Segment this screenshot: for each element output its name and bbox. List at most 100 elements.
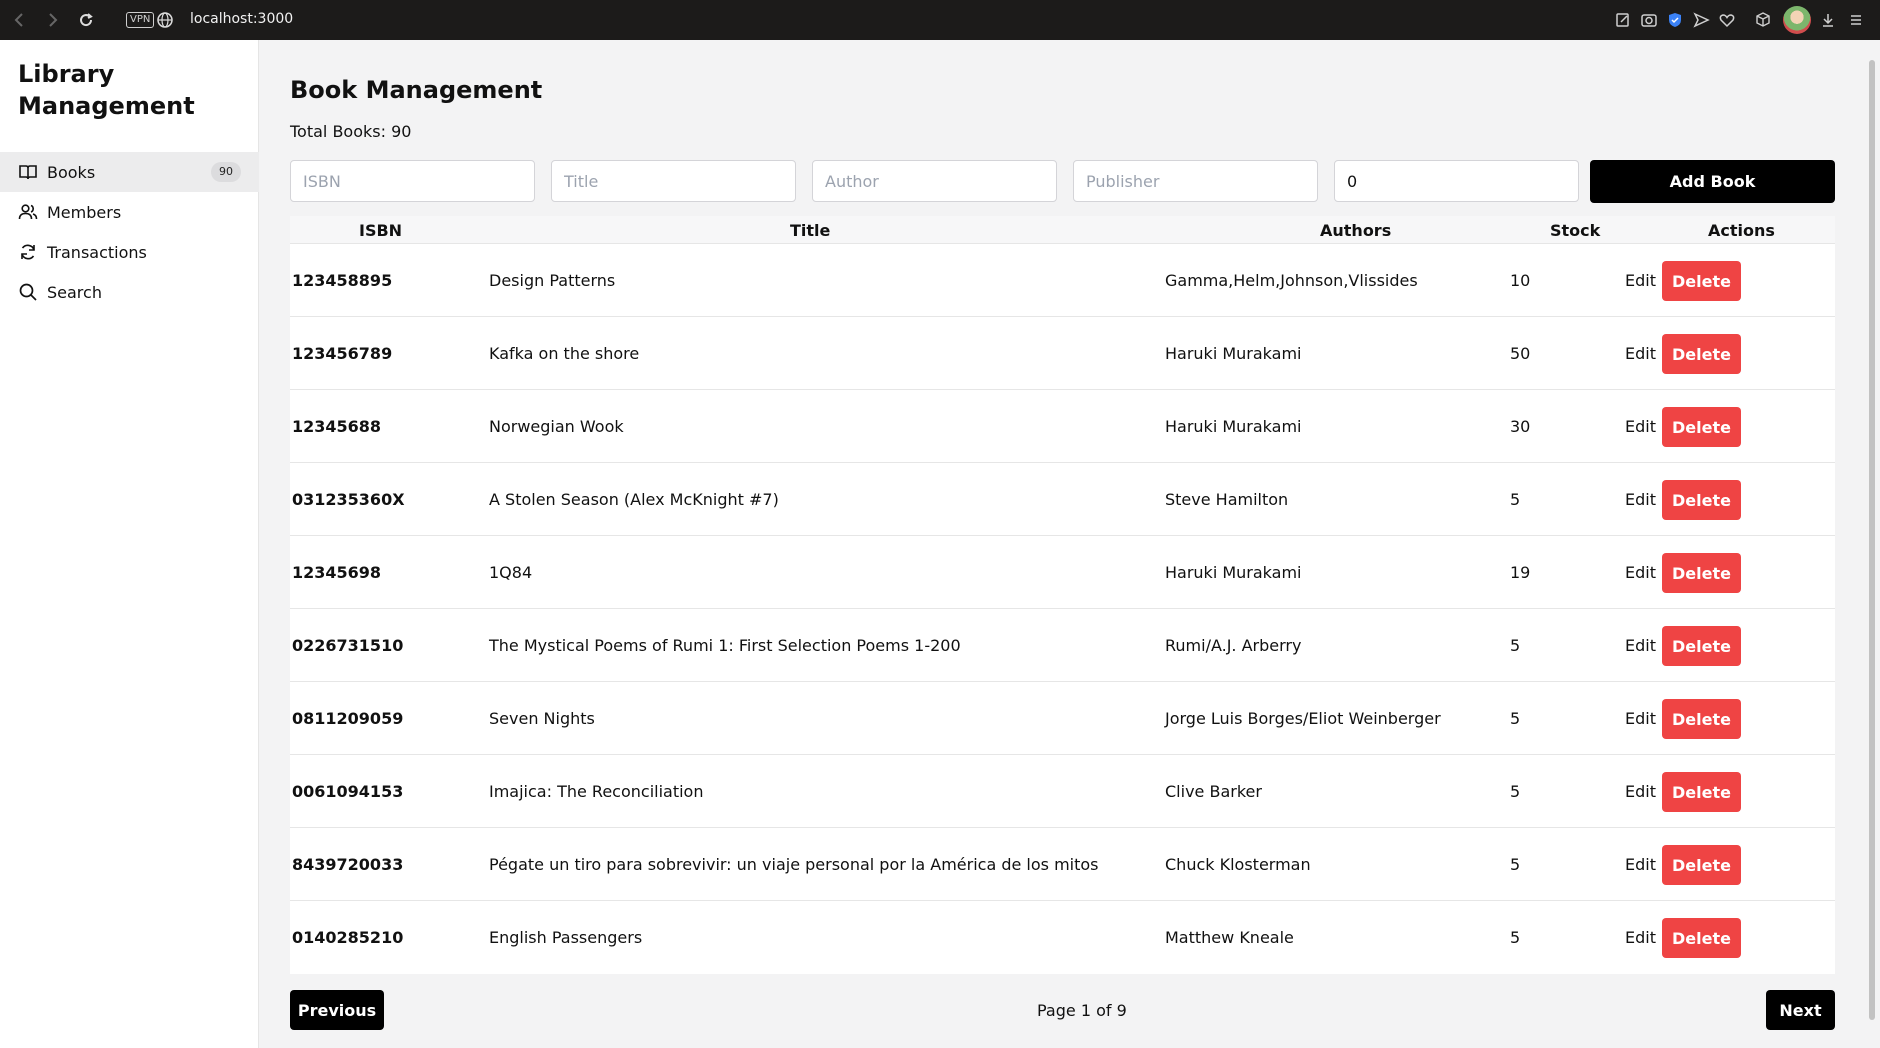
cell-authors: Jorge Luis Borges/Eliot Weinberger	[1165, 709, 1441, 728]
cell-isbn: 0140285210	[292, 928, 404, 947]
delete-button[interactable]: Delete	[1662, 772, 1741, 812]
table-header: ISBN Title Authors Stock Actions	[290, 216, 1835, 244]
table-row: 12345698 1Q84 Haruki Murakami 19 Edit Delete	[290, 536, 1835, 609]
table-row: 8439720033 Pégate un tiro para sobrevivir…	[290, 828, 1835, 901]
sidebar-item-members[interactable]: Members	[0, 192, 259, 232]
isbn-input[interactable]	[290, 160, 535, 202]
table-row: 0226731510 The Mystical Poems of Rumi 1: …	[290, 609, 1835, 682]
books-table: ISBN Title Authors Stock Actions 1234588…	[290, 216, 1835, 974]
edit-button[interactable]: Edit	[1625, 417, 1656, 436]
cell-isbn: 12345688	[292, 417, 382, 436]
book-icon	[18, 162, 38, 182]
cell-stock: 5	[1510, 490, 1521, 509]
edit-button[interactable]: Edit	[1625, 344, 1656, 363]
cell-isbn: 123458895	[292, 271, 393, 290]
cell-isbn: 0061094153	[292, 782, 404, 801]
send-icon[interactable]	[1690, 8, 1712, 32]
globe-icon	[156, 11, 174, 29]
delete-button[interactable]: Delete	[1662, 334, 1741, 374]
sidebar-item-label: Books	[47, 162, 96, 182]
sidebar-item-label: Members	[47, 202, 122, 222]
cell-title: Norwegian Wook	[489, 417, 624, 436]
sidebar-item-books[interactable]: Books 90	[0, 152, 259, 192]
cell-title: Kafka on the shore	[489, 344, 640, 363]
header-stock: Stock	[1550, 221, 1601, 240]
download-icon[interactable]	[1817, 8, 1839, 32]
publisher-input[interactable]	[1073, 160, 1318, 202]
add-book-button[interactable]: Add Book	[1590, 160, 1835, 203]
header-title: Title	[790, 221, 831, 240]
cell-authors: Gamma,Helm,Johnson,Vlissides	[1165, 271, 1418, 290]
delete-button[interactable]: Delete	[1662, 553, 1741, 593]
cell-authors: Haruki Murakami	[1165, 417, 1302, 436]
edit-page-icon[interactable]	[1612, 8, 1634, 32]
back-icon[interactable]	[10, 10, 30, 30]
cell-stock: 5	[1510, 636, 1521, 655]
sidebar: Library Management Books 90 Members Tran…	[0, 40, 259, 1048]
delete-button[interactable]: Delete	[1662, 407, 1741, 447]
delete-button[interactable]: Delete	[1662, 480, 1741, 520]
vpn-badge[interactable]: VPN	[126, 12, 155, 28]
cell-stock: 10	[1510, 271, 1531, 290]
profile-avatar[interactable]	[1783, 6, 1811, 34]
cell-stock: 50	[1510, 344, 1531, 363]
add-book-form: Add Book	[290, 160, 1835, 203]
scrollbar-thumb[interactable]	[1869, 60, 1875, 1020]
cell-authors: Chuck Klosterman	[1165, 855, 1311, 874]
edit-button[interactable]: Edit	[1625, 782, 1656, 801]
table-row: 0140285210 English Passengers Matthew Knea…	[290, 901, 1835, 974]
main-content: Book Management Total Books: 90 Add Book…	[260, 40, 1864, 1048]
edit-button[interactable]: Edit	[1625, 855, 1656, 874]
scrollbar[interactable]	[1864, 40, 1880, 1048]
edit-button[interactable]: Edit	[1625, 709, 1656, 728]
delete-button[interactable]: Delete	[1662, 626, 1741, 666]
delete-button[interactable]: Delete	[1662, 261, 1741, 301]
sidebar-item-transactions[interactable]: Transactions	[0, 232, 259, 272]
cell-title: 1Q84	[489, 563, 533, 582]
cell-authors: Steve Hamilton	[1165, 490, 1289, 509]
page-indicator: Page 1 of 9	[1037, 1001, 1127, 1020]
cell-authors: Haruki Murakami	[1165, 344, 1302, 363]
sidebar-item-label: Search	[47, 282, 102, 302]
reload-icon[interactable]	[76, 10, 96, 30]
edit-button[interactable]: Edit	[1625, 271, 1656, 290]
edit-button[interactable]: Edit	[1625, 928, 1656, 947]
sidebar-item-search[interactable]: Search	[0, 272, 259, 312]
delete-button[interactable]: Delete	[1662, 699, 1741, 739]
delete-button[interactable]: Delete	[1662, 845, 1741, 885]
stock-input[interactable]	[1334, 160, 1579, 202]
cell-title: Design Patterns	[489, 271, 616, 290]
delete-button[interactable]: Delete	[1662, 918, 1741, 958]
cell-authors: Clive Barker	[1165, 782, 1262, 801]
edit-button[interactable]: Edit	[1625, 490, 1656, 509]
menu-icon[interactable]	[1845, 8, 1867, 32]
heart-icon[interactable]	[1716, 8, 1738, 32]
cube-icon[interactable]	[1752, 8, 1774, 32]
cell-isbn: 12345698	[292, 563, 382, 582]
edit-button[interactable]: Edit	[1625, 636, 1656, 655]
camera-icon[interactable]	[1638, 8, 1660, 32]
sidebar-nav: Books 90 Members Transactions Search	[0, 152, 259, 312]
previous-button[interactable]: Previous	[290, 990, 384, 1030]
table-row: 12345688 Norwegian Wook Haruki Murakami 30 E…	[290, 390, 1835, 463]
edit-button[interactable]: Edit	[1625, 563, 1656, 582]
forward-icon[interactable]	[42, 10, 62, 30]
table-row: 123456789 Kafka on the shore Haruki Muraka…	[290, 317, 1835, 390]
cell-authors: Rumi/A.J. Arberry	[1165, 636, 1302, 655]
cell-stock: 5	[1510, 782, 1521, 801]
header-isbn: ISBN	[359, 221, 403, 240]
shield-icon[interactable]	[1664, 8, 1686, 32]
refresh-icon	[18, 242, 38, 262]
table-body: 123458895 Design Patterns Gamma,Helm,Johns…	[290, 244, 1835, 974]
cell-isbn: 0226731510	[292, 636, 404, 655]
cell-title: Seven Nights	[489, 709, 595, 728]
cell-isbn: 123456789	[292, 344, 393, 363]
cell-isbn: 8439720033	[292, 855, 404, 874]
next-button[interactable]: Next	[1766, 990, 1835, 1030]
sidebar-item-label: Transactions	[47, 242, 147, 262]
address-bar[interactable]: localhost:3000	[190, 11, 293, 27]
pagination: Previous Page 1 of 9 Next	[290, 990, 1835, 1030]
browser-toolbar: VPN localhost:3000	[0, 0, 1880, 40]
title-input[interactable]	[551, 160, 796, 202]
author-input[interactable]	[812, 160, 1057, 202]
